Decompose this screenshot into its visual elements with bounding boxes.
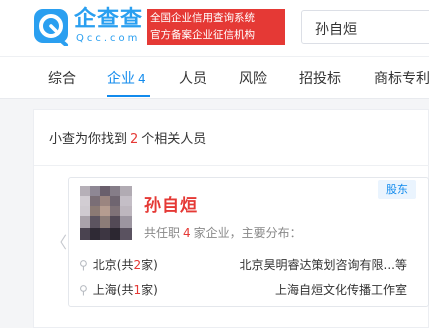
logo-url: Qcc.com — [76, 33, 141, 44]
slogan-line-1: 全国企业信用查询系统 — [150, 12, 255, 24]
location-company-link[interactable]: 上海自烜文化传播工作室 — [275, 281, 407, 298]
person-name[interactable]: 孙自烜 — [144, 191, 198, 216]
tab-people-label: 人员 — [179, 71, 207, 87]
tab-trademark-patent[interactable]: 商标专利 — [374, 68, 429, 88]
location-company-link[interactable]: 北京昊明睿达策划咨询有限...等 — [240, 256, 407, 273]
tab-people[interactable]: 人员 — [179, 68, 207, 88]
avatar[interactable] — [80, 186, 132, 240]
top-header: 企查查 Qcc.com 全国企业信用查询系统 官方备案企业征信机构 孙自烜 — [0, 0, 429, 56]
role-tag: 股东 — [378, 180, 416, 199]
location-city: 上海(共 — [92, 283, 134, 297]
tab-company[interactable]: 企业 4 — [107, 68, 146, 88]
tab-company-label: 企业 — [107, 71, 135, 87]
location-close: 家) — [141, 258, 158, 272]
results-count: 2 — [130, 132, 139, 147]
map-pin-icon: ⚲ — [79, 258, 88, 272]
active-tab-underline — [107, 95, 150, 97]
location-row-shanghai: ⚲ 上海(共1家) — [79, 281, 158, 298]
location-city: 北京(共 — [92, 258, 134, 272]
person-summary-suffix: 家企业，主要分布： — [193, 226, 302, 240]
company-count: 4 — [183, 226, 191, 240]
results-summary: 小查为你找到 2 个相关人员 — [49, 128, 206, 147]
map-pin-icon: ⚲ — [79, 283, 88, 297]
tab-risk[interactable]: 风险 — [239, 68, 267, 88]
results-suffix: 个相关人员 — [141, 132, 207, 147]
search-input[interactable]: 孙自烜 — [301, 10, 429, 44]
location-count: 1 — [133, 283, 142, 297]
qcc-logo-icon[interactable] — [33, 8, 69, 46]
tab-bidding[interactable]: 招投标 — [299, 68, 341, 88]
slogan-badge: 全国企业信用查询系统 官方备案企业征信机构 — [147, 9, 285, 45]
avatar-image — [80, 186, 132, 240]
tab-bidding-label: 招投标 — [299, 71, 341, 87]
results-divider — [34, 165, 429, 166]
tab-trademark-patent-label: 商标专利 — [374, 71, 429, 87]
tab-company-count: 4 — [138, 72, 146, 86]
chevron-left-icon[interactable]: 〈 — [51, 229, 67, 253]
tab-risk-label: 风险 — [239, 71, 267, 87]
tab-all-label: 综合 — [48, 71, 76, 87]
tab-all[interactable]: 综合 — [48, 68, 76, 88]
location-count: 2 — [133, 258, 142, 272]
slogan-line-2: 官方备案企业征信机构 — [150, 29, 255, 41]
search-input-value[interactable]: 孙自烜 — [315, 19, 357, 39]
category-tabs: 综合 企业 4 人员 风险 招投标 商标专利 — [0, 56, 429, 99]
person-summary: 共任职 4 家企业，主要分布： — [144, 224, 302, 241]
logo-text[interactable]: 企查查 — [74, 8, 143, 32]
location-row-beijing: ⚲ 北京(共2家) — [79, 256, 158, 273]
location-close: 家) — [141, 283, 158, 297]
results-prefix: 小查为你找到 — [49, 132, 128, 147]
person-summary-prefix: 共任职 — [144, 226, 181, 240]
